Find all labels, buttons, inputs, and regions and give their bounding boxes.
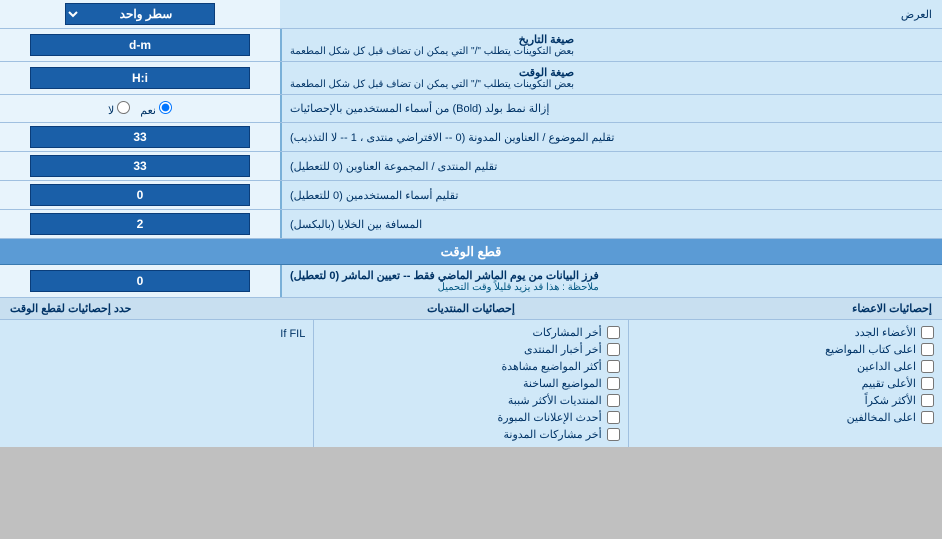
if-fil-label: If FIL: [8, 324, 305, 344]
date-format-input-cell: [0, 29, 280, 61]
date-format-input[interactable]: [30, 34, 250, 56]
time-format-input-cell: [0, 62, 280, 94]
checkbox-header-mid: إحصائيات المنتديات: [317, 302, 624, 315]
check-latest-ads[interactable]: [607, 411, 620, 424]
check-item: اعلى المخالفين: [637, 409, 934, 426]
cell-spacing-input-cell: [0, 210, 280, 238]
check-top-inviters[interactable]: [921, 360, 934, 373]
check-item: الأكثر شكراً: [637, 392, 934, 409]
time-format-label: صيغة الوقت بعض التكوينات يتطلب "/" التي …: [280, 62, 942, 94]
bold-radio-group: نعم لا: [108, 101, 172, 117]
forum-order-input[interactable]: [30, 155, 250, 177]
bold-no-label: لا: [108, 101, 130, 117]
user-trim-input[interactable]: [30, 184, 250, 206]
check-item: أحدث الإعلانات المبورة: [322, 409, 619, 426]
check-last-blog-posts[interactable]: [607, 428, 620, 441]
topic-order-input-cell: [0, 123, 280, 151]
forum-order-label: تقليم المنتدى / المجموعة العناوين (0 للت…: [280, 152, 942, 180]
check-item: أخر المشاركات: [322, 324, 619, 341]
time-format-row: صيغة الوقت بعض التكوينات يتطلب "/" التي …: [0, 62, 942, 95]
topic-order-row: تقليم الموضوع / العناوين المدونة (0 -- ا…: [0, 123, 942, 152]
date-format-label: صيغة التاريخ بعض التكوينات يتطلب "/" الت…: [280, 29, 942, 61]
forum-order-row: تقليم المنتدى / المجموعة العناوين (0 للت…: [0, 152, 942, 181]
display-select[interactable]: سطر واحد: [65, 3, 215, 25]
check-item: اعلى كتاب المواضيع: [637, 341, 934, 358]
checkboxes-body: الأعضاء الجدد اعلى كتاب المواضيع اعلى ال…: [0, 320, 942, 447]
check-most-similar[interactable]: [607, 394, 620, 407]
cell-spacing-label: المسافة بين الخلايا (بالبكسل): [280, 210, 942, 238]
display-select-cell: سطر واحد: [0, 0, 280, 28]
check-top-topic-writers[interactable]: [921, 343, 934, 356]
bold-no-radio[interactable]: [117, 101, 130, 114]
cut-time-input-cell: [0, 265, 280, 297]
cell-spacing-row: المسافة بين الخلايا (بالبكسل): [0, 210, 942, 239]
forums-column: أخر المشاركات أخر أخبار المنتدى أكثر الم…: [313, 320, 627, 447]
bold-yes-radio[interactable]: [159, 101, 172, 114]
check-top-rated[interactable]: [921, 377, 934, 390]
check-last-posts[interactable]: [607, 326, 620, 339]
check-top-violators[interactable]: [921, 411, 934, 424]
topic-order-input[interactable]: [30, 126, 250, 148]
forum-order-input-cell: [0, 152, 280, 180]
cell-spacing-input[interactable]: [30, 213, 250, 235]
cut-time-label: فرز البيانات من يوم الماشر الماضي فقط --…: [280, 265, 942, 297]
cut-time-row: فرز البيانات من يوم الماشر الماضي فقط --…: [0, 265, 942, 298]
topic-order-label: تقليم الموضوع / العناوين المدونة (0 -- ا…: [280, 123, 942, 151]
main-container: العرض سطر واحد صيغة التاريخ بعض التكوينا…: [0, 0, 942, 447]
check-item: أكثر المواضيع مشاهدة: [322, 358, 619, 375]
check-item: المنتديات الأكثر شببة: [322, 392, 619, 409]
check-item: الأعلى تقييم: [637, 375, 934, 392]
bold-remove-radio-cell: نعم لا: [0, 95, 280, 122]
date-format-row: صيغة التاريخ بعض التكوينات يتطلب "/" الت…: [0, 29, 942, 62]
check-most-thanks[interactable]: [921, 394, 934, 407]
check-item: المواضيع الساخنة: [322, 375, 619, 392]
user-trim-input-cell: [0, 181, 280, 209]
cut-time-input[interactable]: [30, 270, 250, 292]
user-trim-row: تقليم أسماء المستخدمين (0 للتعطيل): [0, 181, 942, 210]
check-hot-topics[interactable]: [607, 377, 620, 390]
apply-column: If FIL: [0, 320, 313, 447]
check-most-viewed[interactable]: [607, 360, 620, 373]
bold-remove-label: إزالة نمط بولد (Bold) من أسماء المستخدمي…: [280, 95, 942, 122]
check-item: الأعضاء الجدد: [637, 324, 934, 341]
checkboxes-header: إحصائيات الاعضاء إحصائيات المنتديات حدد …: [0, 298, 942, 320]
check-item: أخر مشاركات المدونة: [322, 426, 619, 443]
bold-remove-row: إزالة نمط بولد (Bold) من أسماء المستخدمي…: [0, 95, 942, 123]
bold-yes-label: نعم: [140, 101, 172, 117]
check-last-news[interactable]: [607, 343, 620, 356]
time-format-input[interactable]: [30, 67, 250, 89]
check-new-members[interactable]: [921, 326, 934, 339]
checkbox-header-left: حدد إحصائيات لقطع الوقت: [10, 302, 317, 315]
display-row: العرض سطر واحد: [0, 0, 942, 29]
check-item: أخر أخبار المنتدى: [322, 341, 619, 358]
check-item: اعلى الداعين: [637, 358, 934, 375]
checkbox-header-right: إحصائيات الاعضاء: [625, 302, 932, 315]
display-label: العرض: [280, 4, 942, 25]
user-trim-label: تقليم أسماء المستخدمين (0 للتعطيل): [280, 181, 942, 209]
cut-section-title: قطع الوقت: [0, 239, 942, 265]
members-column: الأعضاء الجدد اعلى كتاب المواضيع اعلى ال…: [628, 320, 942, 447]
